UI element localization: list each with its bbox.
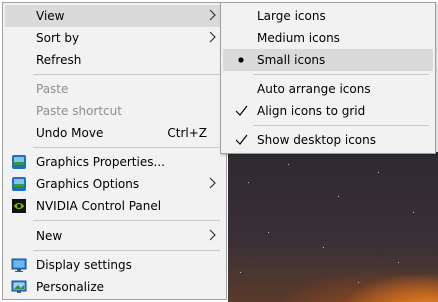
chevron-right-icon <box>209 177 216 189</box>
menu-item-label: Refresh <box>36 53 82 67</box>
display-icon <box>11 258 27 272</box>
chevron-right-icon <box>209 31 216 43</box>
menu-item-label: Graphics Options <box>36 177 140 191</box>
submenu-item-show-desktop-icons[interactable]: Show desktop icons <box>223 129 433 151</box>
menu-item-label: Paste <box>36 82 69 96</box>
menu-item-refresh[interactable]: Refresh <box>5 49 224 71</box>
menu-item-display-settings[interactable]: Display settings <box>5 254 224 276</box>
keyboard-shortcut: Ctrl+Z <box>167 126 207 140</box>
menu-item-new[interactable]: New <box>5 225 224 247</box>
menu-item-graphics-properties[interactable]: Graphics Properties... <box>5 151 224 173</box>
menu-item-label: Undo Move <box>36 126 104 140</box>
menu-item-nvidia-control-panel[interactable]: NVIDIA Control Panel <box>5 195 224 217</box>
checkmark-icon <box>235 134 248 145</box>
view-submenu: Large icons Medium icons Small icons Aut… <box>220 2 436 154</box>
nvidia-icon <box>12 199 26 213</box>
menu-item-label: Align icons to grid <box>257 104 366 118</box>
menu-item-label: Auto arrange icons <box>257 82 371 96</box>
menu-separator <box>33 250 220 251</box>
menu-item-undo-move[interactable]: Undo Move Ctrl+Z <box>5 122 224 144</box>
menu-item-label: Medium icons <box>257 31 340 45</box>
menu-item-label: Large icons <box>257 9 326 23</box>
menu-item-label: New <box>36 229 63 243</box>
checkmark-icon <box>235 105 248 116</box>
menu-separator <box>33 147 220 148</box>
menu-item-paste-shortcut[interactable]: Paste shortcut <box>5 100 224 122</box>
desktop-wallpaper[interactable] <box>228 152 438 302</box>
menu-item-personalize[interactable]: Personalize <box>5 276 224 298</box>
chevron-right-icon <box>209 9 216 21</box>
intel-graphics-icon <box>12 177 26 191</box>
menu-item-label: NVIDIA Control Panel <box>36 199 162 213</box>
menu-item-label: Graphics Properties... <box>36 155 165 169</box>
submenu-item-medium-icons[interactable]: Medium icons <box>223 27 433 49</box>
menu-item-label: View <box>36 9 65 23</box>
submenu-item-large-icons[interactable]: Large icons <box>223 5 433 27</box>
menu-item-view[interactable]: View <box>5 5 224 27</box>
menu-item-label: Small icons <box>257 53 326 67</box>
menu-separator <box>253 74 429 75</box>
menu-item-graphics-options[interactable]: Graphics Options <box>5 173 224 195</box>
menu-item-label: Personalize <box>36 280 105 294</box>
menu-item-label: Show desktop icons <box>257 133 377 147</box>
menu-item-label: Sort by <box>36 31 80 45</box>
menu-separator <box>253 125 429 126</box>
personalize-icon <box>11 280 27 293</box>
menu-item-label: Paste shortcut <box>36 104 122 118</box>
menu-item-paste[interactable]: Paste <box>5 78 224 100</box>
submenu-item-small-icons[interactable]: Small icons <box>223 49 433 71</box>
menu-item-label: Display settings <box>36 258 132 272</box>
menu-item-sort-by[interactable]: Sort by <box>5 27 224 49</box>
bullet-icon <box>238 57 244 63</box>
menu-separator <box>33 220 220 221</box>
menu-separator <box>33 74 220 75</box>
intel-graphics-icon <box>12 155 26 169</box>
chevron-right-icon <box>209 229 216 241</box>
submenu-item-auto-arrange[interactable]: Auto arrange icons <box>223 78 433 100</box>
desktop-context-menu: View Sort by Refresh Paste Paste shortcu… <box>2 2 227 300</box>
submenu-item-align-to-grid[interactable]: Align icons to grid <box>223 100 433 122</box>
